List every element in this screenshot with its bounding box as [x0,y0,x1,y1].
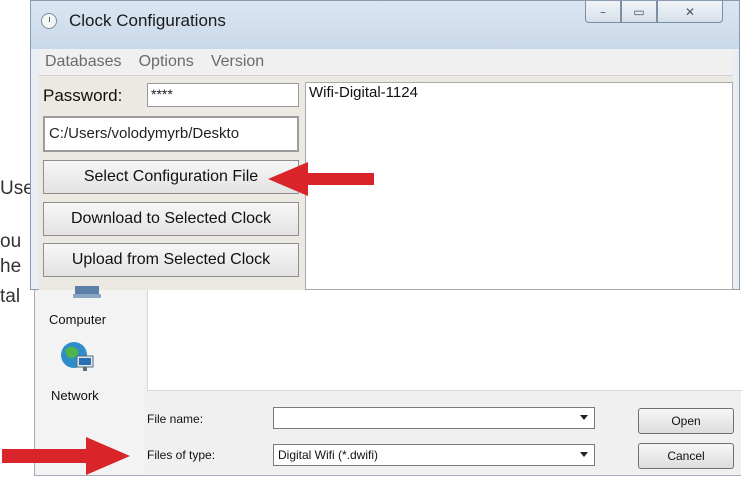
cancel-button[interactable]: Cancel [638,443,734,469]
nav-network[interactable]: Network [51,388,99,403]
close-button[interactable]: ✕ [657,1,723,23]
menu-bar: Databases Options Version [39,49,733,76]
list-item[interactable]: Wifi-Digital-1124 [306,83,732,102]
select-config-file-button[interactable]: Select Configuration File [43,160,299,194]
background-text-line: tal [0,286,21,307]
password-input[interactable]: **** [147,83,299,107]
file-type-select[interactable]: Digital Wifi (*.dwifi) [273,444,595,466]
title-bar[interactable]: Clock Configurations – ▭ ✕ [31,1,739,49]
menu-version[interactable]: Version [205,49,270,71]
open-button[interactable]: Open [638,408,734,434]
chevron-down-icon[interactable] [580,452,588,457]
menu-options[interactable]: Options [133,49,200,71]
config-path-field[interactable]: C:/Users/volodymyrb/Deskto [43,116,299,152]
upload-from-clock-button[interactable]: Upload from Selected Clock [43,243,299,277]
close-icon: ✕ [684,4,696,19]
maximize-icon: ▭ [633,4,645,19]
clock-icon [41,13,57,29]
file-type-value: Digital Wifi (*.dwifi) [278,448,379,462]
annotation-arrow-icon [268,162,374,196]
file-name-label: File name: [147,412,204,426]
client-area: Password: **** C:/Users/volodymyrb/Deskt… [39,76,733,290]
clock-config-window: Clock Configurations – ▭ ✕ Databases Opt… [30,0,740,290]
background-text-line: he [0,256,22,277]
window-title: Clock Configurations [69,11,226,30]
password-label: Password: [43,86,123,105]
chevron-down-icon[interactable] [580,415,588,420]
maximize-button[interactable]: ▭ [621,1,657,23]
file-type-label: Files of type: [147,448,216,462]
background-text-line: Use [0,178,34,199]
file-list-area[interactable] [147,290,742,391]
download-to-clock-button[interactable]: Download to Selected Clock [43,202,299,236]
menu-databases[interactable]: Databases [39,49,128,71]
annotation-arrow-icon [2,437,130,475]
file-open-dialog: Computer Network File name: Files of typ… [34,286,742,476]
background-text-line: ou [0,231,22,252]
file-name-input[interactable] [273,407,595,429]
computer-icon[interactable] [71,286,103,300]
minimize-icon: – [600,4,606,19]
nav-computer[interactable]: Computer [49,312,106,327]
network-icon[interactable] [59,340,95,374]
minimize-button[interactable]: – [585,1,621,23]
